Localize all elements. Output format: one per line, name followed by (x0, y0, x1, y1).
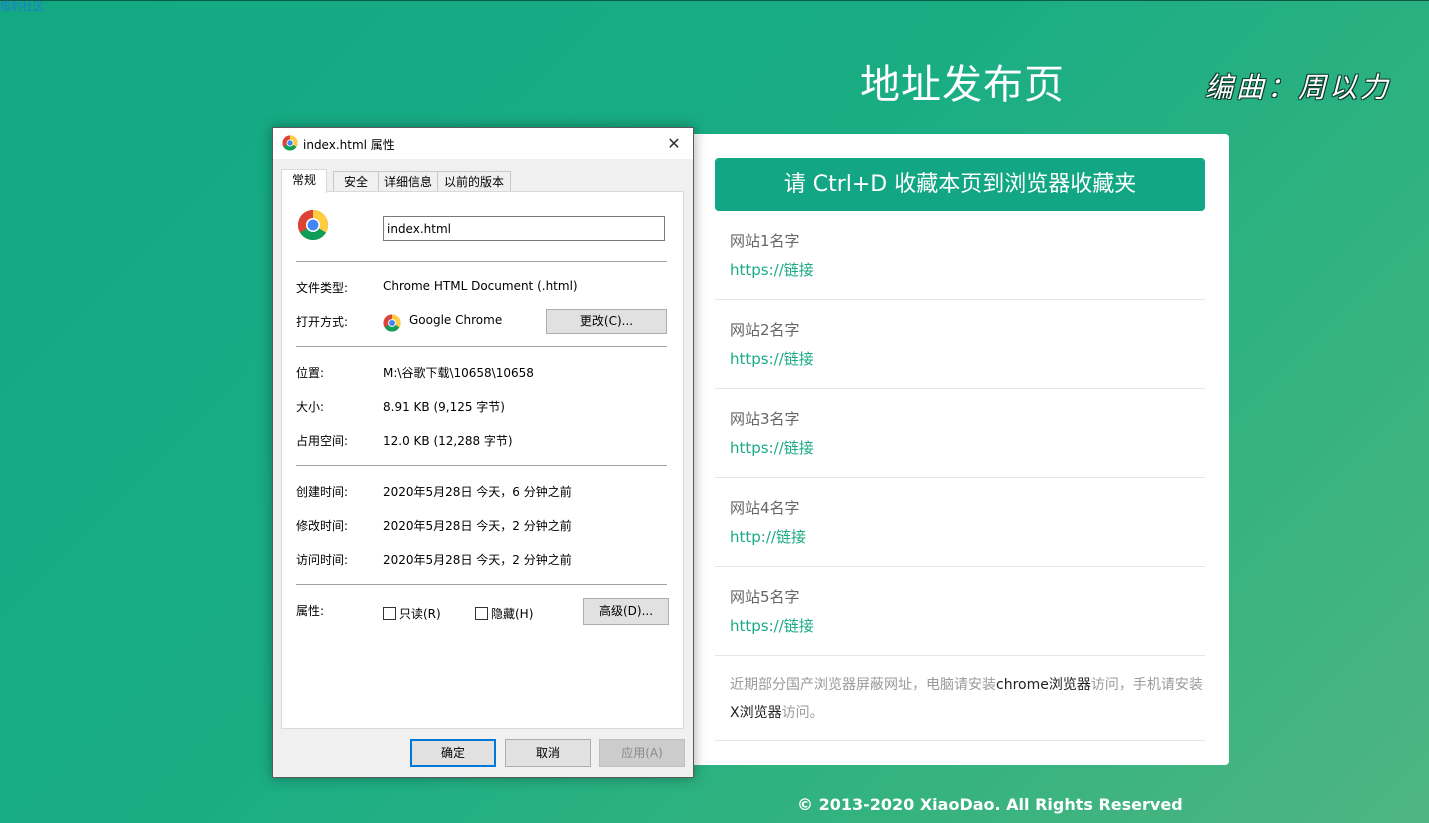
notice-text: 访问。 (781, 705, 824, 721)
tab-previous-versions[interactable]: 以前的版本 (437, 171, 511, 192)
tab-security[interactable]: 安全 (333, 171, 379, 192)
site-item: 网站3名字 https://链接 (715, 389, 1205, 478)
divider (296, 584, 667, 585)
hidden-label: 隐藏(H) (491, 607, 534, 621)
editor-credit: 编曲：周以力 (1205, 71, 1392, 104)
readonly-label: 只读(R) (399, 607, 441, 621)
size-label: 大小: (296, 400, 325, 414)
accessed-value: 2020年5月28日 今天，2 分钟之前 (383, 553, 572, 567)
ok-button[interactable]: 确定 (410, 739, 496, 767)
cancel-button[interactable]: 取消 (505, 739, 591, 767)
favorite-banner: 请 Ctrl+D 收藏本页到浏览器收藏夹 (715, 158, 1205, 211)
chrome-icon (282, 135, 298, 151)
filename-input[interactable] (383, 216, 665, 241)
tab-details[interactable]: 详细信息 (378, 171, 438, 192)
notice-text: 近期部分国产浏览器屏蔽网址，电脑请安装 (730, 677, 996, 693)
file-type-label: 文件类型: (296, 281, 349, 295)
open-with-label: 打开方式: (296, 315, 349, 329)
site-name: 网站5名字 (730, 588, 800, 606)
modified-value: 2020年5月28日 今天，2 分钟之前 (383, 519, 572, 533)
site-link[interactable]: https://链接 (730, 259, 814, 280)
site-list: 网站1名字 https://链接 网站2名字 https://链接 网站3名字 … (715, 211, 1205, 656)
chrome-link[interactable]: chrome浏览器 (996, 677, 1091, 693)
open-with-value: Google Chrome (409, 313, 503, 327)
site-name: 网站1名字 (730, 232, 800, 250)
chrome-icon (383, 314, 401, 332)
checkbox-box[interactable] (383, 607, 396, 620)
copyright: © 2013-2020 XiaoDao. All Rights Reserved (797, 795, 1183, 814)
notice-text: 访问，手机请安装 (1090, 677, 1203, 693)
chrome-icon (297, 210, 329, 241)
advanced-button[interactable]: 高级(D)... (583, 598, 669, 625)
location-label: 位置: (296, 366, 325, 380)
top-border (0, 0, 1429, 1)
created-value: 2020年5月28日 今天，6 分钟之前 (383, 485, 572, 499)
properties-dialog: index.html 属性 ✕ 常规 安全 详细信息 以前的版本 文件类型: C… (272, 127, 694, 778)
divider (296, 261, 667, 262)
disk-size-value: 12.0 KB (12,288 字节) (383, 434, 513, 448)
site-item: 网站5名字 https://链接 (715, 567, 1205, 656)
site-link[interactable]: https://链接 (730, 348, 814, 369)
site-link[interactable]: http://链接 (730, 526, 806, 547)
modified-label: 修改时间: (296, 519, 349, 533)
tab-general[interactable]: 常规 (281, 169, 327, 193)
general-panel: 文件类型: Chrome HTML Document (.html) 打开方式:… (281, 191, 684, 729)
browser-notice: 近期部分国产浏览器屏蔽网址，电脑请安装chrome浏览器访问，手机请安装 X浏览器… (715, 655, 1205, 741)
top-link[interactable]: 猎豹社区 (0, 0, 44, 13)
hidden-checkbox[interactable]: 隐藏(H) (475, 605, 533, 622)
disk-size-label: 占用空间: (296, 434, 349, 448)
address-card: 请 Ctrl+D 收藏本页到浏览器收藏夹 网站1名字 https://链接 网站… (690, 134, 1229, 765)
file-type-value: Chrome HTML Document (.html) (383, 279, 578, 293)
checkbox-box[interactable] (475, 607, 488, 620)
created-label: 创建时间: (296, 485, 349, 499)
readonly-checkbox[interactable]: 只读(R) (383, 605, 441, 622)
location-value: M:\谷歌下载\10658\10658 (383, 366, 534, 380)
divider (296, 346, 667, 347)
site-link[interactable]: https://链接 (730, 615, 814, 636)
site-name: 网站2名字 (730, 321, 800, 339)
site-name: 网站4名字 (730, 499, 800, 517)
divider (296, 465, 667, 466)
accessed-label: 访问时间: (296, 553, 349, 567)
site-item: 网站4名字 http://链接 (715, 478, 1205, 567)
size-value: 8.91 KB (9,125 字节) (383, 400, 505, 414)
dialog-title: index.html 属性 (303, 138, 395, 152)
page-title: 地址发布页 (860, 62, 1065, 108)
site-link[interactable]: https://链接 (730, 437, 814, 458)
site-item: 网站1名字 https://链接 (715, 211, 1205, 300)
site-name: 网站3名字 (730, 410, 800, 428)
dialog-titlebar[interactable]: index.html 属性 ✕ (273, 128, 693, 159)
apply-button[interactable]: 应用(A) (599, 739, 685, 767)
site-item: 网站2名字 https://链接 (715, 300, 1205, 389)
change-button[interactable]: 更改(C)... (546, 309, 667, 334)
attributes-label: 属性: (296, 604, 325, 618)
close-button[interactable]: ✕ (659, 131, 689, 156)
x-browser-link[interactable]: X浏览器 (730, 705, 782, 721)
